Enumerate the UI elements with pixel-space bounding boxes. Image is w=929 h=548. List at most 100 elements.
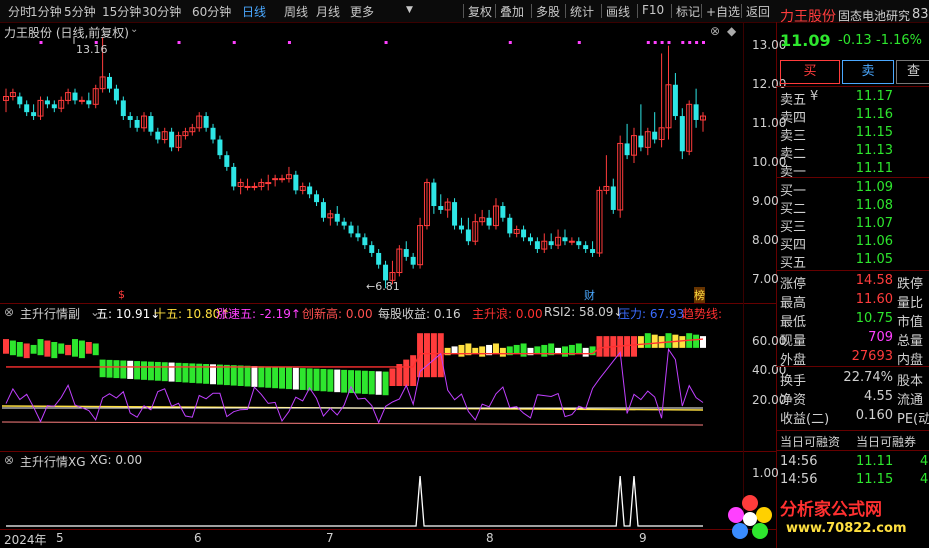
date-year: 2024年 (4, 533, 47, 547)
date-month-9: 9 (639, 531, 647, 545)
indicator1-name: 主升行情副 (20, 307, 81, 321)
bid-row-2-value: 11.07 (855, 216, 893, 231)
candle-body (307, 186, 313, 195)
financing-label: 当日可融资 (780, 435, 841, 449)
indicator1-bar (168, 362, 175, 382)
candle-body (24, 104, 30, 113)
indicator1-bar (30, 344, 37, 354)
stat-row-2-value: 10.75 (855, 311, 893, 326)
signal-dot (688, 41, 692, 44)
signal-dot (232, 41, 236, 44)
candle-body (17, 96, 23, 105)
indicator2-close-icon[interactable]: ⊗ (4, 453, 14, 467)
candle-body (410, 256, 416, 265)
candle-body (314, 194, 320, 203)
indicator1-bar (58, 343, 65, 354)
indicator1-bar (458, 344, 465, 357)
indicator2-tick-1: 1.00 (752, 466, 779, 480)
indicator1-bar (665, 333, 672, 348)
date-month-6: 6 (194, 531, 202, 545)
indicator1-bar (299, 368, 306, 390)
candle-body (652, 131, 658, 140)
bid-row-1-value: 11.08 (855, 198, 893, 213)
stat-row-2: 最低 10.75 市值 (780, 310, 929, 330)
indicator1-bar (637, 336, 644, 348)
indicator1-bar (334, 369, 341, 393)
event-mark-ranking[interactable]: 榜 (694, 287, 705, 303)
event-mark-finance[interactable]: 财 (584, 287, 595, 303)
candle-body (134, 119, 140, 128)
indicator1-bar (106, 359, 113, 378)
indicator1-pink-line (1, 421, 704, 426)
buy-button[interactable]: 买 (780, 60, 840, 84)
candle-body (568, 240, 575, 243)
indicator1-bar (147, 361, 154, 381)
current-price: 11.09 (780, 31, 831, 50)
indicator1-bar (700, 336, 706, 348)
price-tick-6: 7.00 (752, 272, 779, 287)
currency-mark: ¥ (810, 89, 819, 104)
candle-body (217, 139, 223, 156)
signal-dot (702, 41, 705, 44)
indicator1-bar (279, 367, 286, 389)
indicator1-bar (451, 346, 458, 354)
indicator1-bar (382, 371, 389, 396)
stat2-row-1-label2: 流通 (897, 393, 924, 408)
indicator1-bar (223, 364, 230, 386)
signal-dot (653, 41, 657, 44)
indicator1-close-icon[interactable]: ⊗ (4, 305, 14, 319)
indicator1-bar (51, 342, 58, 359)
stat-row-1-value: 11.60 (855, 292, 893, 307)
candle-body (155, 131, 161, 140)
signal-dot (695, 41, 699, 44)
indicator1-bar (534, 346, 541, 354)
stock-sector[interactable]: 固态电池研究 (838, 7, 910, 24)
indicator1-bar (313, 368, 320, 391)
date-month-5: 5 (56, 531, 64, 545)
stock-extra: 83 (912, 7, 929, 22)
indicator1-bar (182, 363, 189, 383)
candle-body (231, 166, 237, 187)
tick-row: 14:56 11.15 4 (780, 471, 929, 489)
candle-body (44, 100, 50, 105)
stat-row-0: 涨停 14.58 跌停 (780, 272, 929, 292)
candle-body (693, 104, 699, 120)
candle-body (203, 116, 209, 128)
candle-body (369, 245, 375, 253)
stat-row-3: 现量 709 总量 (780, 329, 929, 349)
candle-body (210, 127, 216, 140)
indicator1-bar (361, 370, 368, 394)
query-button[interactable]: 查 (896, 60, 929, 84)
sell-button[interactable]: 卖 (842, 60, 894, 84)
indicator1-bar (23, 343, 30, 359)
indicator1-bar (44, 340, 51, 357)
candle-body (148, 116, 154, 132)
candle-body (86, 100, 92, 105)
candle-body (486, 217, 492, 226)
indicator1-bar (403, 359, 410, 386)
price-change: -0.13 (838, 33, 872, 48)
indicator1-bar (285, 367, 292, 390)
indicator1-bar (161, 362, 168, 382)
indicator1-bar (624, 336, 631, 357)
candle-body (251, 185, 258, 188)
candle-body (348, 225, 354, 234)
ask-row-1-value: 11.16 (855, 107, 893, 122)
indicator1-bar (520, 343, 527, 357)
indicator1-bar (499, 347, 506, 357)
indicator1-bar (375, 371, 382, 395)
candle-body (383, 264, 389, 281)
indicator1-bar (479, 346, 486, 357)
stat2-row-0: 换手 22.74% 股本 (780, 369, 929, 389)
candle-body (107, 76, 113, 89)
indicator2-xg-label: XG: 0.00 (90, 453, 143, 467)
indicator1-bar (513, 344, 520, 354)
stat-row-2-label2: 市值 (897, 315, 924, 330)
event-mark-dollar[interactable]: $ (118, 288, 125, 301)
indicator1-bar (472, 347, 479, 354)
signal-dot (508, 41, 512, 44)
ask-row-0-value: 11.17 (855, 89, 893, 104)
candle-body (500, 206, 506, 218)
indicator1-bar (258, 366, 265, 388)
indicator1-bar (430, 333, 437, 378)
